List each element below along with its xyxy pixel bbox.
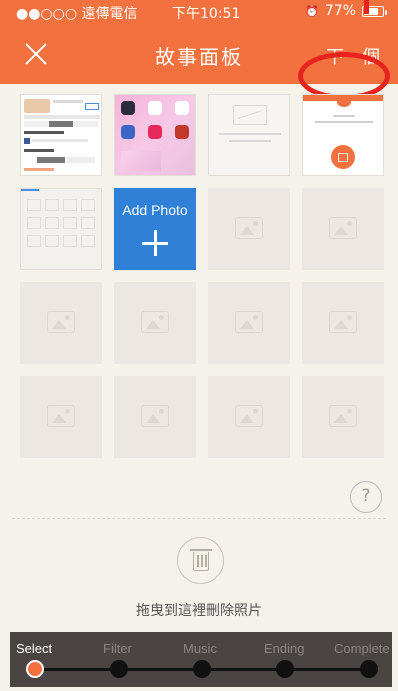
status-right: ⏰ 77% bbox=[305, 3, 387, 19]
empty-photo-slot[interactable] bbox=[20, 282, 102, 364]
step-label-ending[interactable]: Ending bbox=[264, 641, 304, 656]
alarm-icon: ⏰ bbox=[305, 4, 319, 18]
thumb-tile bbox=[27, 235, 41, 247]
thumb-line bbox=[32, 139, 88, 142]
empty-photo-slot[interactable] bbox=[302, 282, 384, 364]
thumb-tile bbox=[63, 217, 77, 229]
thumb-line bbox=[229, 140, 271, 142]
image-placeholder-icon bbox=[47, 311, 75, 333]
photo-thumbnail-1[interactable] bbox=[20, 94, 102, 176]
trash-rib bbox=[205, 555, 207, 567]
thumb-tile bbox=[81, 217, 95, 229]
app-icon bbox=[148, 101, 162, 115]
wallpaper bbox=[121, 151, 161, 171]
image-placeholder-icon bbox=[329, 405, 357, 427]
app-icon bbox=[121, 101, 135, 115]
thumb-tile bbox=[45, 199, 59, 211]
clock: 下午10:51 bbox=[172, 6, 241, 22]
app-icon bbox=[148, 125, 162, 139]
plus-icon bbox=[142, 230, 168, 256]
thumb-badge bbox=[337, 97, 351, 107]
thumb-progress bbox=[21, 189, 39, 191]
empty-photo-slot[interactable] bbox=[114, 376, 196, 458]
add-photo-label: Add Photo bbox=[122, 202, 188, 218]
trash-hint-label: 拖曳到這裡刪除照片 bbox=[136, 603, 262, 619]
thumb-tile bbox=[27, 217, 41, 229]
avatar bbox=[24, 99, 50, 113]
facebook-icon bbox=[24, 138, 30, 144]
thumb-tile bbox=[63, 199, 77, 211]
app-icon bbox=[121, 125, 135, 139]
thumb-tab bbox=[49, 121, 73, 127]
app-icon bbox=[175, 125, 189, 139]
thumb-tile bbox=[45, 217, 59, 229]
empty-photo-slot[interactable] bbox=[208, 376, 290, 458]
empty-photo-slot[interactable] bbox=[302, 188, 384, 270]
image-placeholder-icon bbox=[235, 217, 263, 239]
photo-thumbnail-3[interactable] bbox=[208, 94, 290, 176]
step-node-music[interactable] bbox=[193, 660, 211, 678]
empty-photo-slot[interactable] bbox=[208, 282, 290, 364]
photo-thumbnail-2[interactable] bbox=[114, 94, 196, 176]
empty-photo-slot[interactable] bbox=[208, 188, 290, 270]
thumb-tab bbox=[24, 121, 48, 127]
step-node-complete[interactable] bbox=[360, 660, 378, 678]
thumb-tile bbox=[45, 235, 59, 247]
thumb-line bbox=[24, 149, 54, 152]
image-placeholder-icon bbox=[329, 311, 357, 333]
image-placeholder-icon bbox=[47, 405, 75, 427]
step-label-filter[interactable]: Filter bbox=[103, 641, 132, 656]
envelope-icon bbox=[233, 105, 267, 125]
empty-photo-slot[interactable] bbox=[20, 376, 102, 458]
thumb-line bbox=[24, 115, 100, 119]
thumb-line bbox=[315, 121, 373, 123]
image-placeholder-icon bbox=[141, 405, 169, 427]
image-placeholder-icon bbox=[235, 405, 263, 427]
thumb-tile bbox=[63, 235, 77, 247]
trash-lid bbox=[190, 549, 212, 551]
step-node-filter[interactable] bbox=[110, 660, 128, 678]
video-record-icon bbox=[331, 145, 355, 169]
step-label-select[interactable]: Select bbox=[16, 641, 52, 656]
thumb-tile bbox=[81, 199, 95, 211]
thumb-line bbox=[53, 100, 83, 103]
add-photo-button[interactable]: Add Photo bbox=[114, 188, 196, 270]
status-bar: ●●○○○ 遠傳電信 下午10:51 ⏰ 77% bbox=[0, 0, 398, 24]
thumb-button bbox=[67, 157, 95, 163]
thumb-line bbox=[24, 168, 54, 171]
image-placeholder-icon bbox=[141, 311, 169, 333]
drop-zone-divider bbox=[12, 518, 386, 519]
step-progress-bar: Select Filter Music Ending Complete bbox=[10, 632, 392, 687]
step-node-ending[interactable] bbox=[276, 660, 294, 678]
thumb-line bbox=[219, 133, 281, 135]
battery-percent: 77% bbox=[324, 3, 356, 19]
thumb-line bbox=[24, 131, 64, 134]
story-board-screen: ●●○○○ 遠傳電信 下午10:51 ⏰ 77% 故事面板 下一個 Add Ph… bbox=[0, 0, 398, 691]
photo-thumbnail-4[interactable] bbox=[302, 94, 384, 176]
thumb-tile bbox=[81, 235, 95, 247]
image-placeholder-icon bbox=[329, 217, 357, 239]
empty-photo-slot[interactable] bbox=[114, 282, 196, 364]
thumb-button bbox=[85, 103, 99, 110]
step-label-complete[interactable]: Complete bbox=[334, 641, 390, 656]
step-label-music[interactable]: Music bbox=[183, 641, 217, 656]
trash-rib bbox=[197, 555, 199, 567]
annotation-circle bbox=[298, 52, 390, 100]
image-placeholder-icon bbox=[235, 311, 263, 333]
thumb-button bbox=[37, 157, 65, 163]
thumb-tile bbox=[27, 199, 41, 211]
empty-photo-slot[interactable] bbox=[302, 376, 384, 458]
photo-thumbnail-5[interactable] bbox=[20, 188, 102, 270]
thumb-tab bbox=[74, 121, 98, 127]
step-node-select[interactable] bbox=[26, 660, 44, 678]
trash-rib bbox=[201, 555, 203, 567]
thumb-line bbox=[333, 115, 355, 117]
trash-icon[interactable] bbox=[177, 537, 224, 584]
annotation-pointer-line bbox=[364, 0, 369, 14]
help-button[interactable]: ? bbox=[350, 481, 382, 513]
app-icon bbox=[175, 101, 189, 115]
carrier-label: ●●○○○ 遠傳電信 bbox=[16, 6, 138, 22]
